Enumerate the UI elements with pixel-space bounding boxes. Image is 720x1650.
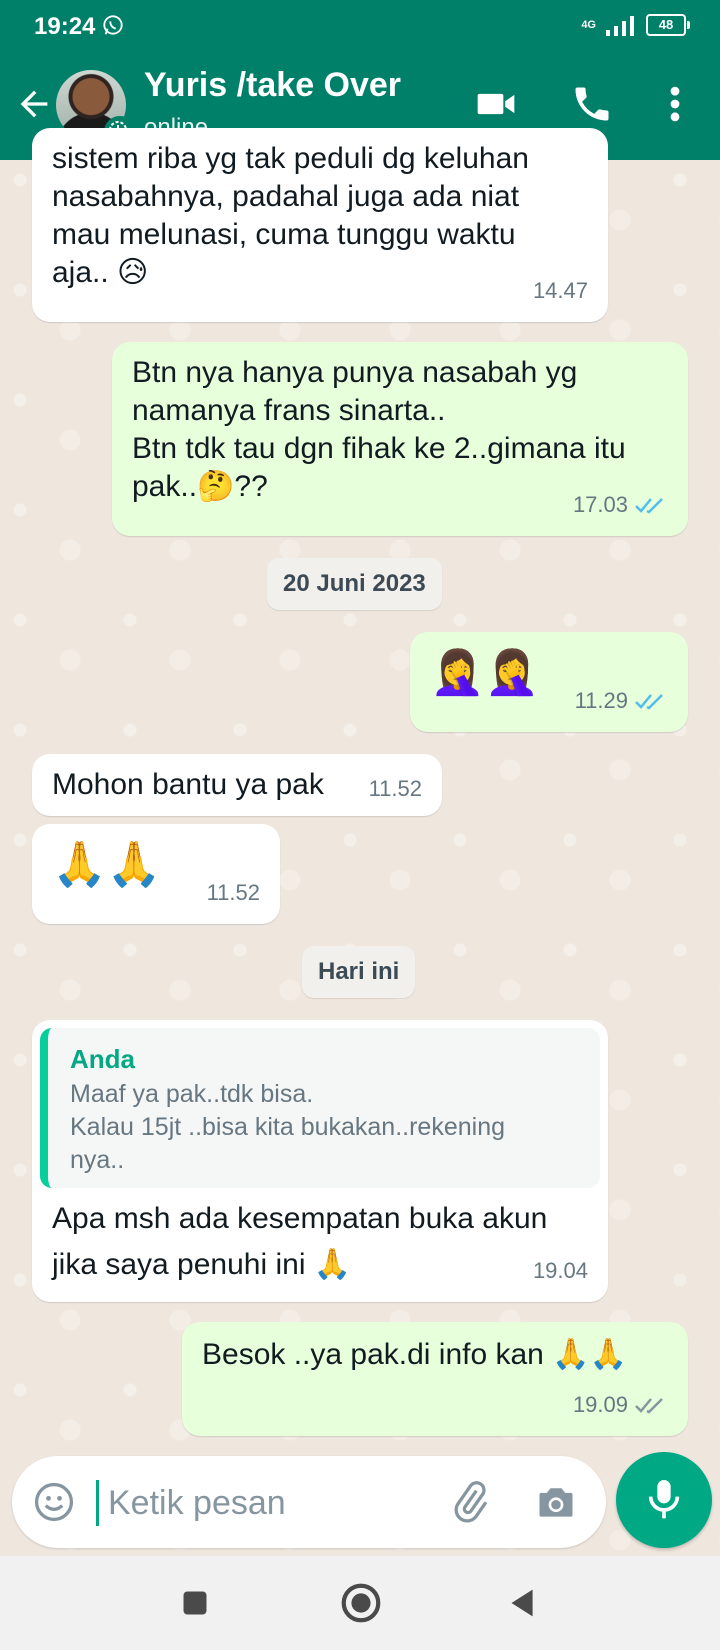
message-text: Mohon bantu ya pak bbox=[52, 768, 324, 801]
header-clip bbox=[0, 0, 720, 160]
message-time: 19.09 bbox=[572, 1392, 628, 1417]
double-check-icon bbox=[635, 498, 663, 514]
recent-apps-icon[interactable] bbox=[172, 1580, 218, 1626]
camera-icon[interactable] bbox=[534, 1480, 578, 1524]
double-check-icon bbox=[635, 694, 663, 710]
quote-text: Maaf ya pak..tdk bisa. Kalau 15jt ..bisa… bbox=[70, 1080, 505, 1174]
home-icon[interactable] bbox=[338, 1580, 384, 1626]
quoted-message[interactable]: Anda Maaf ya pak..tdk bisa. Kalau 15jt .… bbox=[40, 1028, 600, 1188]
message-incoming[interactable]: 🙏🙏 11.52 bbox=[32, 824, 280, 924]
message-incoming-reply[interactable]: Anda Maaf ya pak..tdk bisa. Kalau 15jt .… bbox=[32, 1020, 608, 1302]
message-meta: 17.03 bbox=[573, 486, 668, 524]
message-meta: 11.52 bbox=[207, 874, 260, 912]
message-meta: 11.52 bbox=[369, 770, 422, 808]
message-outgoing[interactable]: 🤦‍♀️🤦‍♀️ 11.29 bbox=[410, 632, 688, 732]
microphone-icon bbox=[648, 1480, 680, 1519]
microphone-button[interactable] bbox=[616, 1452, 712, 1548]
message-meta: 14.47 bbox=[533, 272, 588, 310]
message-incoming[interactable]: Mohon bantu ya pak 11.52 bbox=[32, 754, 442, 816]
date-separator: 20 Juni 2023 bbox=[267, 558, 442, 610]
message-time: 14.47 bbox=[532, 278, 588, 303]
double-check-icon bbox=[635, 1398, 663, 1414]
message-time: 11.52 bbox=[206, 880, 260, 905]
text-cursor bbox=[96, 1480, 99, 1526]
message-outgoing[interactable]: Btn nya hanya punya nasabah yg namanya f… bbox=[112, 342, 688, 536]
message-composer bbox=[12, 1456, 606, 1548]
message-outgoing[interactable]: Besok ..ya pak.di info kan 🙏🙏 19.09 bbox=[182, 1322, 688, 1436]
attach-icon[interactable] bbox=[448, 1480, 492, 1524]
message-time: 17.03 bbox=[572, 492, 628, 517]
message-text: sistem riba yg tak peduli dg keluhan nas… bbox=[52, 142, 529, 289]
message-time: 19.04 bbox=[532, 1258, 588, 1283]
message-text: Besok ..ya pak.di info kan 🙏🙏 bbox=[202, 1338, 627, 1371]
message-time: 11.29 bbox=[574, 688, 628, 713]
system-navigation-bar bbox=[0, 1556, 720, 1650]
message-meta: 19.09 bbox=[573, 1386, 668, 1424]
message-meta: 19.04 bbox=[533, 1252, 588, 1290]
emoji-icon[interactable] bbox=[32, 1480, 76, 1524]
message-meta: 11.29 bbox=[575, 682, 668, 720]
back-nav-icon[interactable] bbox=[500, 1580, 546, 1626]
message-time: 11.52 bbox=[368, 776, 422, 801]
date-separator: Hari ini bbox=[302, 946, 416, 998]
message-input[interactable] bbox=[106, 1474, 430, 1532]
message-text: Btn nya hanya punya nasabah yg namanya f… bbox=[132, 356, 626, 503]
quote-author: Anda bbox=[70, 1044, 135, 1074]
message-text: Apa msh ada kesempatan buka akun jika sa… bbox=[52, 1202, 548, 1281]
